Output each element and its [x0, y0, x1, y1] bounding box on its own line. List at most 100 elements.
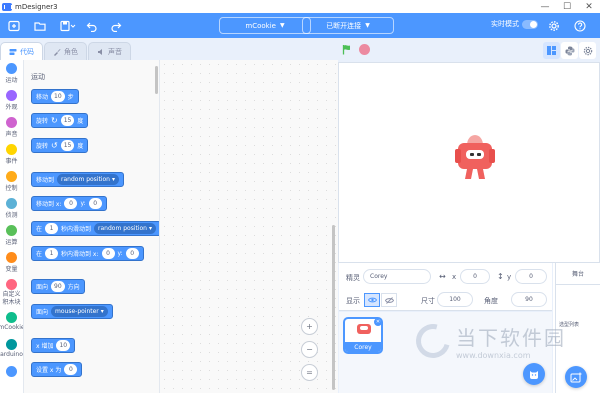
maximize-button[interactable]: ☐ — [556, 0, 578, 13]
hide-button[interactable] — [381, 293, 397, 307]
code-icon — [9, 48, 17, 55]
size-field[interactable] — [437, 292, 473, 307]
category-control[interactable]: 控制 — [0, 168, 23, 195]
category-mcookie[interactable]: mCookie — [0, 309, 23, 336]
x-change-input[interactable]: 10 — [56, 340, 71, 351]
sprite-name-field[interactable] — [363, 269, 431, 284]
category-label: 运动 — [5, 77, 18, 84]
degrees-input[interactable]: 15 — [60, 115, 75, 126]
goto-target-dropdown[interactable]: random position ▾ — [57, 174, 119, 185]
save-menu-icon[interactable] — [56, 16, 80, 36]
block-change-x[interactable]: x 增加 10 — [31, 338, 76, 353]
block-text: 方向 — [67, 284, 80, 291]
block-goto-xy[interactable]: 移动到 x: 0 y: 0 — [31, 196, 107, 211]
corey-sprite[interactable] — [454, 133, 496, 185]
add-sprite-button[interactable] — [523, 363, 545, 385]
settings-gear-icon[interactable] — [544, 16, 564, 36]
stop-icon[interactable] — [359, 44, 370, 55]
block-move-steps[interactable]: 移动 10 步 — [31, 89, 79, 104]
x-set-input[interactable]: 0 — [64, 364, 78, 375]
new-project-icon[interactable] — [4, 16, 24, 36]
block-text: y: — [117, 250, 123, 257]
eye-icon — [367, 297, 377, 303]
block-turn-right[interactable]: 旋转 ↻ 15 度 — [31, 113, 89, 128]
palette-scrollbar[interactable] — [155, 66, 158, 94]
point-target-dropdown[interactable]: mouse-pointer ▾ — [51, 306, 108, 317]
category-variables[interactable]: 变量 — [0, 249, 23, 276]
direction-field[interactable] — [511, 292, 547, 307]
realtime-toggle[interactable] — [522, 19, 538, 29]
connection-selector[interactable]: 已断开连接 ▼ — [302, 17, 394, 34]
workspace-scrollbar[interactable] — [332, 225, 335, 390]
category-arduino[interactable]: arduino — [0, 336, 23, 363]
sensing-dot-icon — [6, 198, 17, 209]
category-sensing[interactable]: 侦测 — [0, 195, 23, 222]
sound-dot-icon — [6, 117, 17, 128]
undo-icon[interactable] — [82, 16, 102, 36]
x-input[interactable]: 0 — [101, 248, 115, 259]
steps-input[interactable]: 10 — [51, 91, 65, 102]
glide-target-dropdown[interactable]: random position ▾ — [94, 223, 156, 234]
sprite-properties: 精灵 ↔ x ↕ y 显示 尺寸 角度 — [339, 263, 552, 311]
extension-dot-icon — [6, 366, 17, 377]
block-set-x[interactable]: 设置 x 为 0 — [31, 362, 83, 377]
seconds-input[interactable]: 1 — [45, 248, 59, 259]
show-label: 显示 — [346, 297, 360, 305]
tab-code-label: 代码 — [20, 47, 34, 56]
editor-tabs: 代码 角色 声音 — [0, 38, 338, 60]
stage-canvas[interactable] — [338, 62, 600, 263]
minimize-button[interactable]: — — [534, 0, 556, 13]
zoom-reset-button[interactable]: = — [301, 364, 318, 381]
fullscreen-settings-icon[interactable] — [579, 42, 596, 59]
block-glide[interactable]: 在 1 秒内滑动到 random position ▾ — [31, 221, 159, 236]
sprite-thumbnail[interactable]: ✕ Corey — [343, 317, 383, 354]
degrees-input[interactable]: 15 — [60, 140, 75, 151]
category-looks[interactable]: 外观 — [0, 87, 23, 114]
y-position-field[interactable] — [515, 269, 547, 284]
open-folder-icon[interactable] — [30, 16, 50, 36]
direction-input[interactable]: 90 — [51, 281, 65, 292]
y-label: y — [507, 273, 512, 281]
add-backdrop-button[interactable] — [565, 366, 587, 388]
realtime-label: 实时模式 — [491, 20, 519, 28]
zoom-in-button[interactable]: + — [301, 318, 318, 335]
tab-costumes[interactable]: 角色 — [44, 42, 87, 60]
show-visible-button[interactable] — [364, 293, 380, 307]
variables-dot-icon — [6, 252, 17, 263]
block-glide-xy[interactable]: 在 1 秒内滑动到 x: 0 y: 0 — [31, 246, 144, 261]
category-events[interactable]: 事件 — [0, 141, 23, 168]
redo-icon[interactable] — [106, 16, 126, 36]
zoom-out-button[interactable]: − — [301, 341, 318, 358]
category-my-blocks[interactable]: 自定义积木块 — [0, 276, 23, 309]
tab-code[interactable]: 代码 — [0, 42, 43, 60]
connection-status: 已断开连接 — [326, 21, 362, 30]
category-motion[interactable]: 运动 — [0, 60, 23, 87]
green-flag-icon[interactable] — [342, 44, 353, 55]
x-input[interactable]: 0 — [64, 198, 78, 209]
y-input[interactable]: 0 — [88, 198, 102, 209]
delete-sprite-icon[interactable]: ✕ — [374, 319, 381, 326]
rotate-right-icon: ↻ — [51, 116, 58, 125]
block-point-towards[interactable]: 面向 mouse-pointer ▾ — [31, 304, 113, 319]
block-text: y: — [80, 200, 86, 207]
block-turn-left[interactable]: 旋转 ↺ 15 度 — [31, 138, 89, 153]
x-position-field[interactable] — [460, 269, 490, 284]
python-icon[interactable] — [561, 42, 578, 59]
category-operators[interactable]: 运算 — [0, 222, 23, 249]
seconds-input[interactable]: 1 — [45, 223, 59, 234]
y-input[interactable]: 0 — [125, 248, 139, 259]
block-text: 移动到 — [36, 177, 55, 184]
events-dot-icon — [6, 144, 17, 155]
block-point-direction[interactable]: 面向 90 方向 — [31, 279, 85, 294]
layout-small-stage-icon[interactable] — [543, 42, 560, 59]
menu-bar: mCookie ▼ 已断开连接 ▼ 实时模式 — [0, 13, 600, 38]
block-goto[interactable]: 移动到 random position ▾ — [31, 172, 124, 187]
device-selector[interactable]: mCookie ▼ — [219, 17, 311, 34]
help-icon[interactable] — [570, 16, 590, 36]
category-label: 运算 — [5, 239, 18, 246]
category-extra[interactable] — [0, 363, 23, 390]
close-window-button[interactable]: ✕ — [578, 0, 600, 13]
category-sound[interactable]: 声音 — [0, 114, 23, 141]
sprite-thumb-name: Corey — [345, 342, 381, 352]
tab-sounds[interactable]: 声音 — [88, 42, 131, 60]
